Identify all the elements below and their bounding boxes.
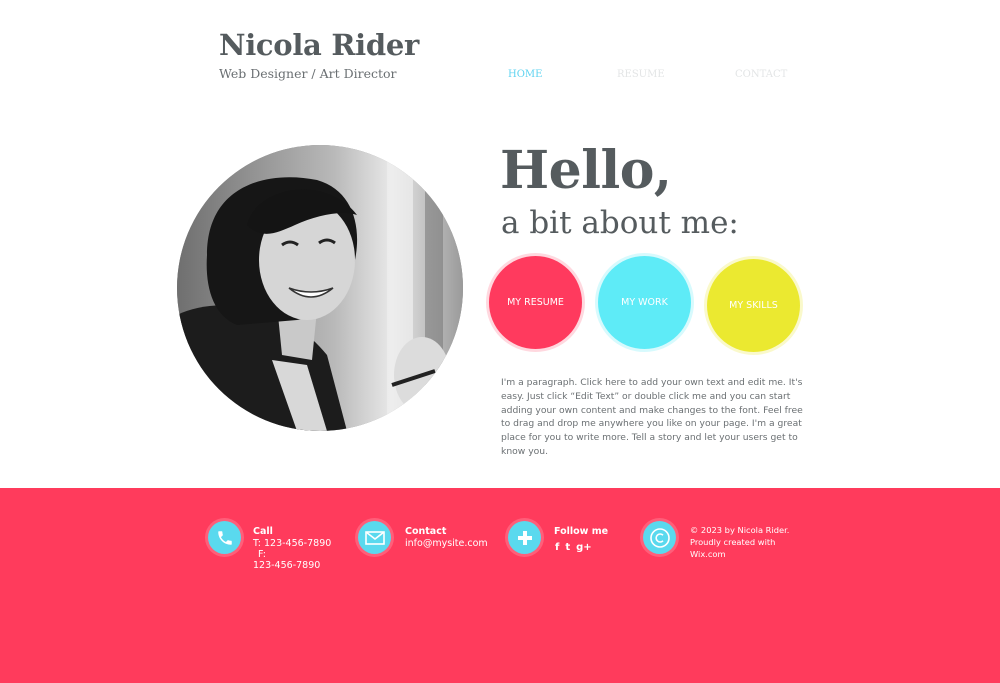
nav-home[interactable]: HOME <box>508 69 542 80</box>
twitter-icon[interactable]: t <box>565 542 570 553</box>
plus-icon[interactable] <box>508 521 541 554</box>
my-work-button[interactable]: MY WORK <box>598 256 691 349</box>
copyright-line-1: © 2023 by Nicola Rider. <box>690 525 790 535</box>
call-title: Call <box>253 526 273 537</box>
follow-title: Follow me <box>554 526 609 537</box>
phone-icon[interactable] <box>208 521 241 554</box>
site-tagline: Web Designer / Art Director <box>219 66 397 81</box>
wix-link[interactable]: Wix.com <box>690 549 726 561</box>
nav-contact[interactable]: CONTACT <box>735 69 787 80</box>
copyright-icon <box>643 521 676 554</box>
nav-resume[interactable]: RESUME <box>617 69 665 80</box>
profile-photo-illustration <box>177 145 463 431</box>
google-plus-icon[interactable]: g+ <box>576 542 592 553</box>
contact-email[interactable]: info@mysite.com <box>405 538 488 549</box>
profile-photo <box>177 145 463 431</box>
hero-title: Hello, <box>500 140 672 201</box>
facebook-icon[interactable]: f <box>555 542 559 553</box>
hero-subtitle: a bit about me: <box>501 205 739 241</box>
call-fax-label: F: <box>258 549 266 560</box>
call-phone: T: 123-456-7890 <box>253 538 332 549</box>
contact-title: Contact <box>405 526 447 537</box>
social-links: f t g+ <box>555 542 592 553</box>
about-paragraph: I'm a paragraph. Click here to add your … <box>501 377 803 457</box>
envelope-icon[interactable] <box>358 521 391 554</box>
my-resume-button[interactable]: MY RESUME <box>489 256 582 349</box>
site-name: Nicola Rider <box>219 28 419 62</box>
footer <box>0 488 1000 683</box>
my-skills-button[interactable]: MY SKILLS <box>707 259 800 352</box>
copyright-line-2: Proudly created with <box>690 537 776 547</box>
call-fax: 123-456-7890 <box>253 560 321 571</box>
